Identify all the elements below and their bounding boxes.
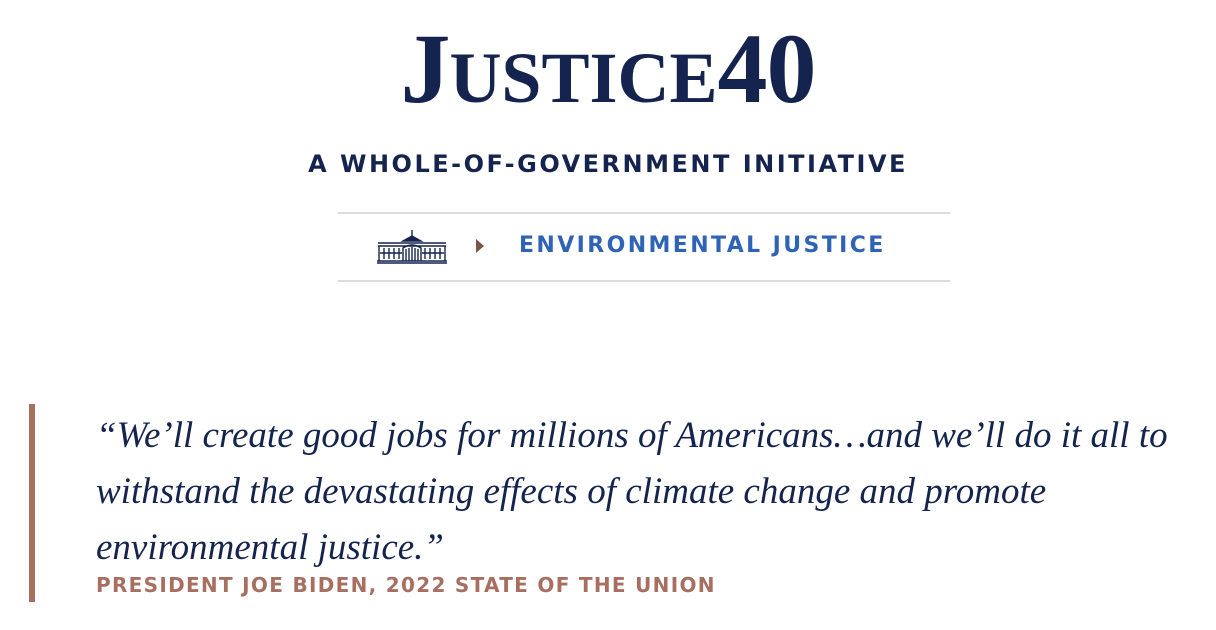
caret-right-icon [476, 239, 484, 253]
white-house-icon [377, 230, 447, 264]
logo-number: 40 [717, 13, 817, 124]
pull-quote: “We’ll create good jobs for millions of … [29, 404, 1189, 602]
logo-initial: J [400, 13, 450, 124]
breadcrumb-environmental-justice-link[interactable]: ENVIRONMENTAL JUSTICE [519, 230, 886, 262]
breadcrumb: ENVIRONMENTAL JUSTICE [338, 212, 950, 282]
justice40-logo[interactable]: JUSTICE40 [0, 14, 1216, 133]
tagline: A WHOLE-OF-GOVERNMENT INITIATIVE [308, 150, 908, 178]
breadcrumb-home-link[interactable] [376, 228, 448, 264]
logo-small-caps: USTICE [449, 38, 718, 118]
quote-citation: PRESIDENT JOE BIDEN, 2022 STATE OF THE U… [96, 573, 716, 597]
quote-text: “We’ll create good jobs for millions of … [96, 415, 1168, 568]
